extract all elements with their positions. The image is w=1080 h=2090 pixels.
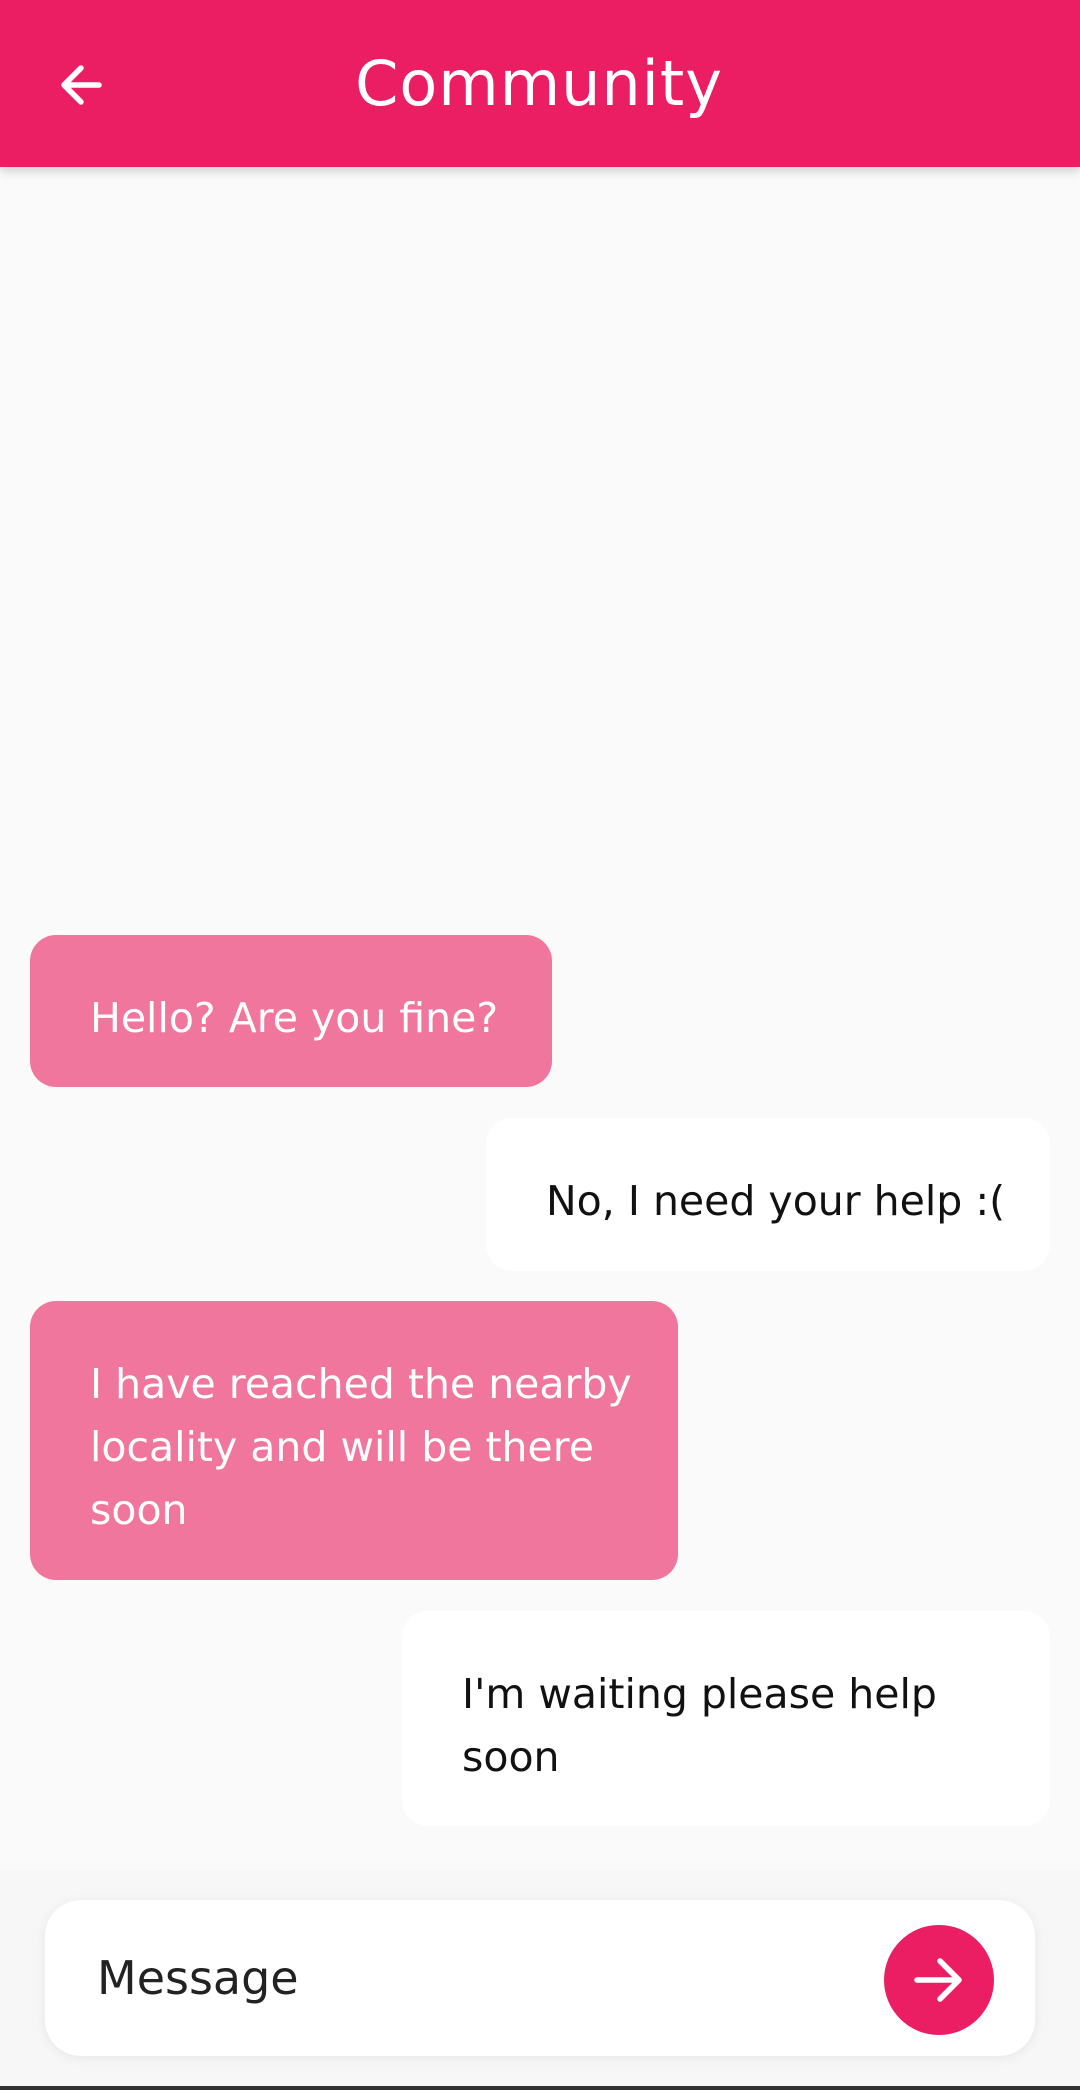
outgoing-message: I'm waiting please help soon	[402, 1611, 1050, 1826]
message-input[interactable]	[97, 1938, 857, 2018]
message-composer	[45, 1900, 1035, 2056]
page-title: Community	[355, 47, 723, 120]
incoming-message: Hello? Are you fine?	[30, 935, 552, 1087]
send-button[interactable]	[884, 1925, 994, 2035]
chat-screen: Community Hello? Are you fine? No, I nee…	[0, 0, 1080, 2090]
app-bar: Community	[0, 0, 1080, 167]
bottom-divider	[0, 2086, 1080, 2090]
incoming-message: I have reached the nearby locality and w…	[30, 1301, 678, 1580]
outgoing-message: No, I need your help :(	[486, 1118, 1050, 1271]
arrow-right-icon	[914, 1958, 962, 2002]
